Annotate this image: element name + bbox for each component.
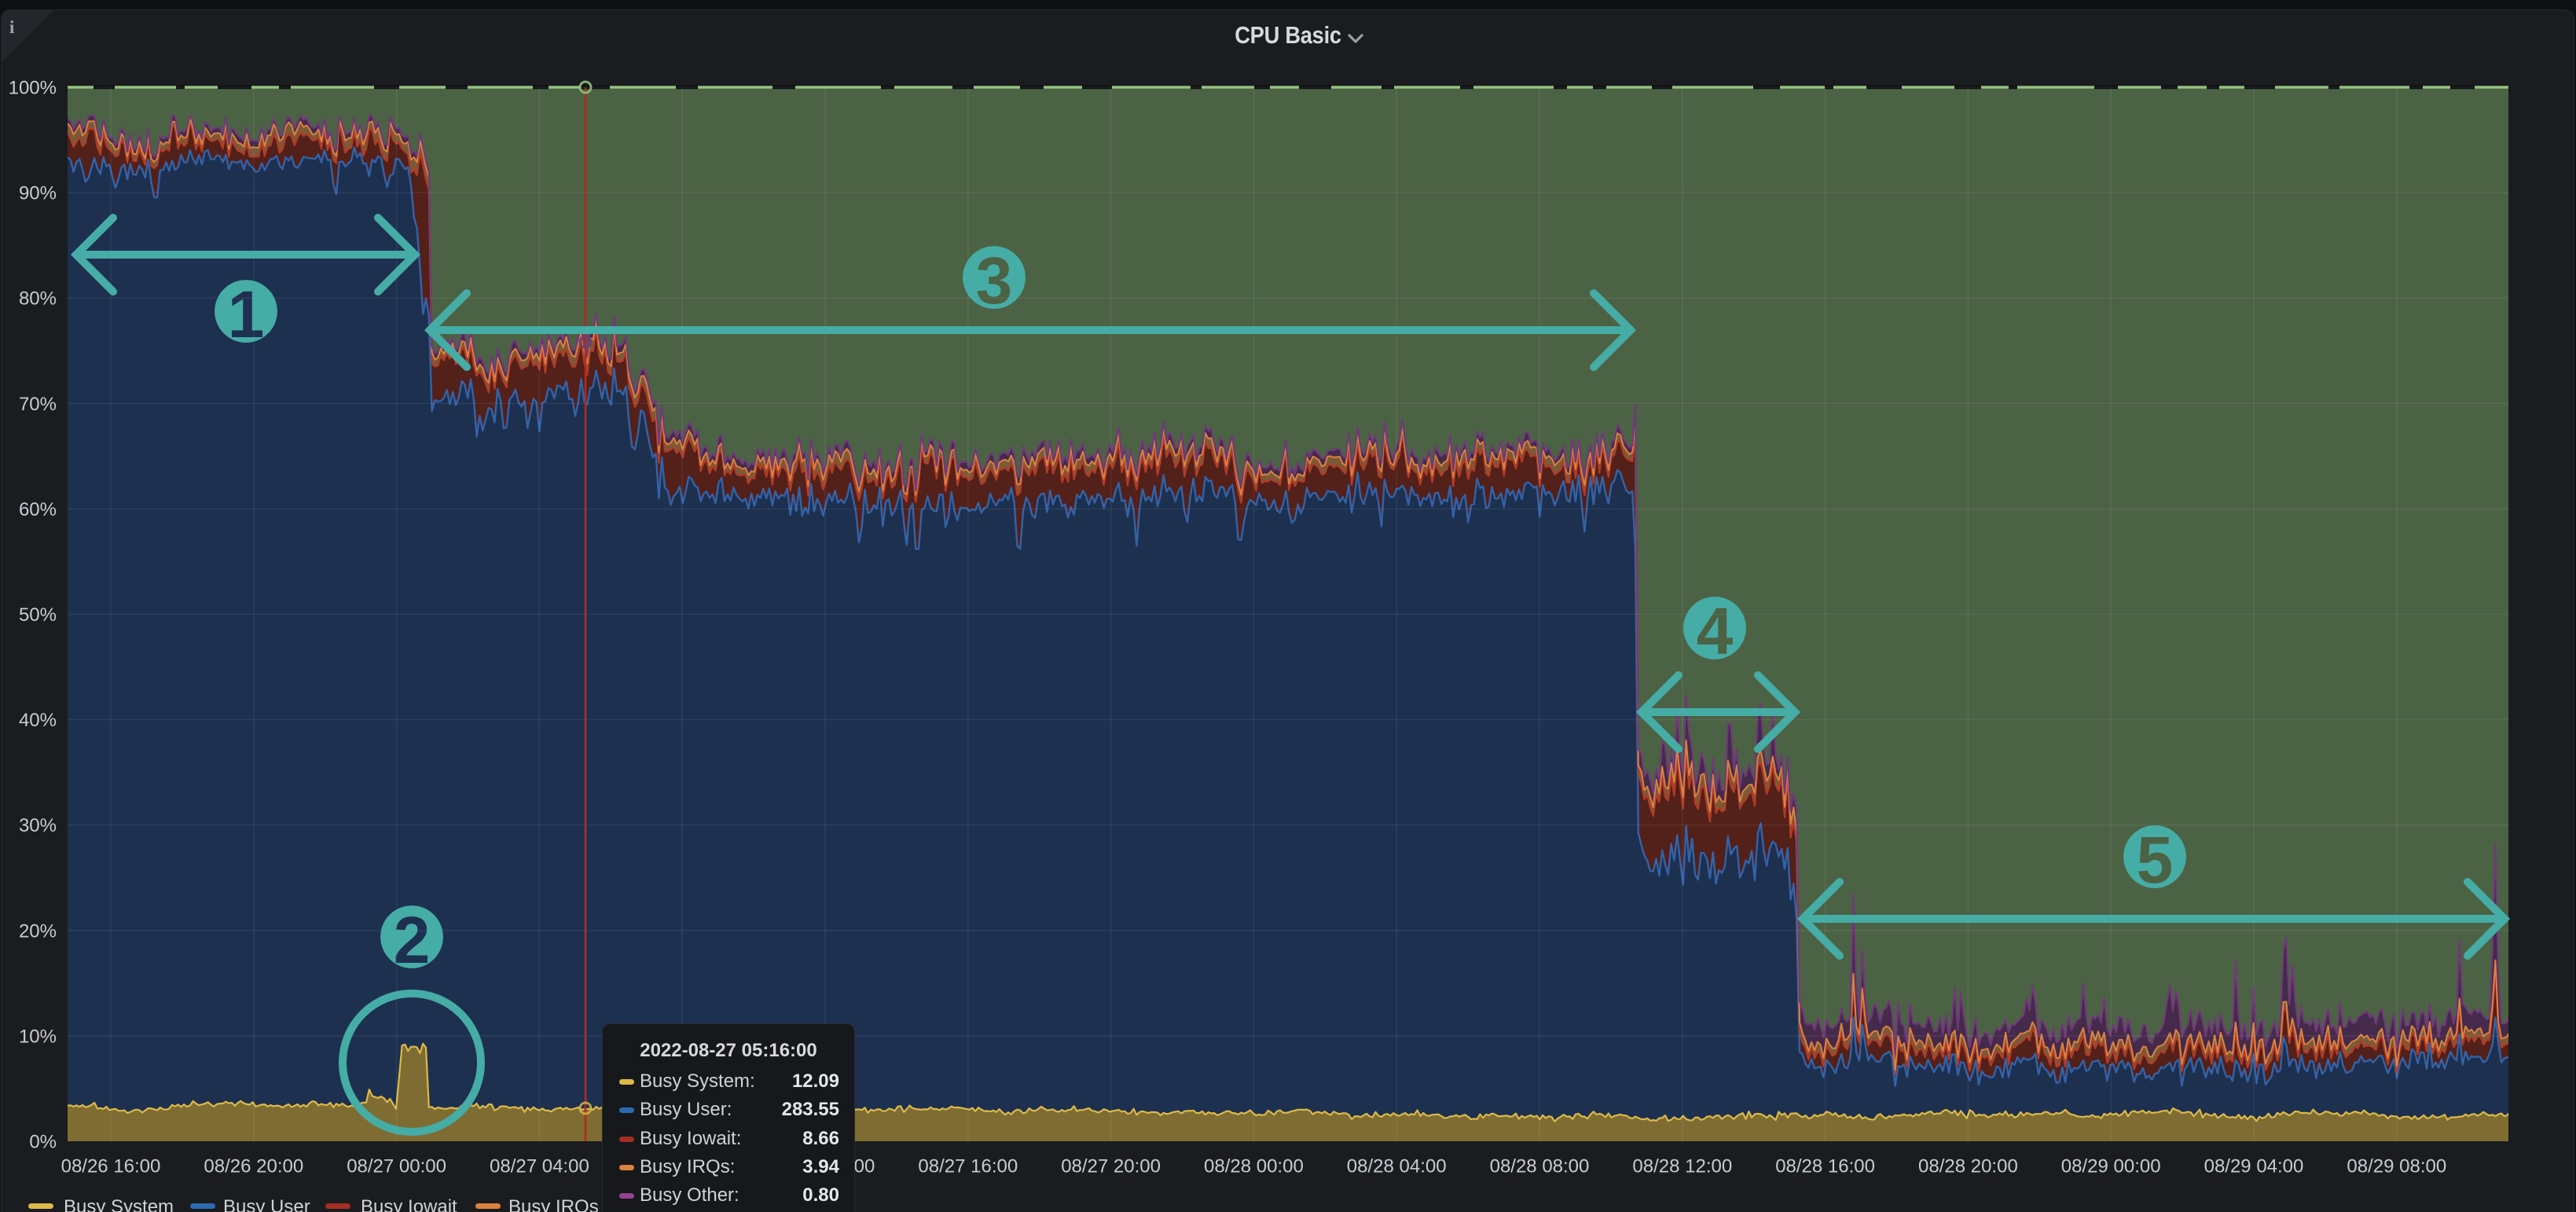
svg-text:50%: 50% bbox=[19, 604, 57, 626]
svg-text:70%: 70% bbox=[19, 394, 57, 415]
svg-text:08/29 04:00: 08/29 04:00 bbox=[2204, 1156, 2304, 1177]
svg-text:08/28 20:00: 08/28 20:00 bbox=[1918, 1156, 2018, 1177]
svg-text:08/28 08:00: 08/28 08:00 bbox=[1490, 1156, 1590, 1177]
svg-text:08/27 00:00: 08/27 00:00 bbox=[347, 1156, 446, 1177]
svg-text:40%: 40% bbox=[19, 710, 57, 731]
svg-text:80%: 80% bbox=[19, 288, 57, 310]
svg-text:20%: 20% bbox=[19, 920, 57, 942]
svg-text:08/26 16:00: 08/26 16:00 bbox=[61, 1156, 161, 1177]
svg-text:10%: 10% bbox=[19, 1026, 57, 1047]
svg-text:08/26 20:00: 08/26 20:00 bbox=[204, 1156, 303, 1177]
svg-text:30%: 30% bbox=[19, 815, 57, 836]
svg-text:08/28 12:00: 08/28 12:00 bbox=[1632, 1156, 1732, 1177]
svg-text:08/28 16:00: 08/28 16:00 bbox=[1775, 1156, 1875, 1177]
svg-text:0%: 0% bbox=[29, 1132, 57, 1153]
svg-text:08/27 04:00: 08/27 04:00 bbox=[490, 1156, 589, 1177]
svg-text:08/29 08:00: 08/29 08:00 bbox=[2347, 1156, 2446, 1177]
svg-text:08/27 20:00: 08/27 20:00 bbox=[1061, 1156, 1161, 1177]
svg-text:100%: 100% bbox=[9, 78, 57, 99]
svg-text:90%: 90% bbox=[19, 183, 57, 204]
svg-text:08/28 00:00: 08/28 00:00 bbox=[1204, 1156, 1304, 1177]
svg-text:60%: 60% bbox=[19, 499, 57, 520]
svg-text:08/29 00:00: 08/29 00:00 bbox=[2061, 1156, 2161, 1177]
svg-text:08/28 04:00: 08/28 04:00 bbox=[1347, 1156, 1447, 1177]
svg-text:08/27 16:00: 08/27 16:00 bbox=[918, 1156, 1018, 1177]
